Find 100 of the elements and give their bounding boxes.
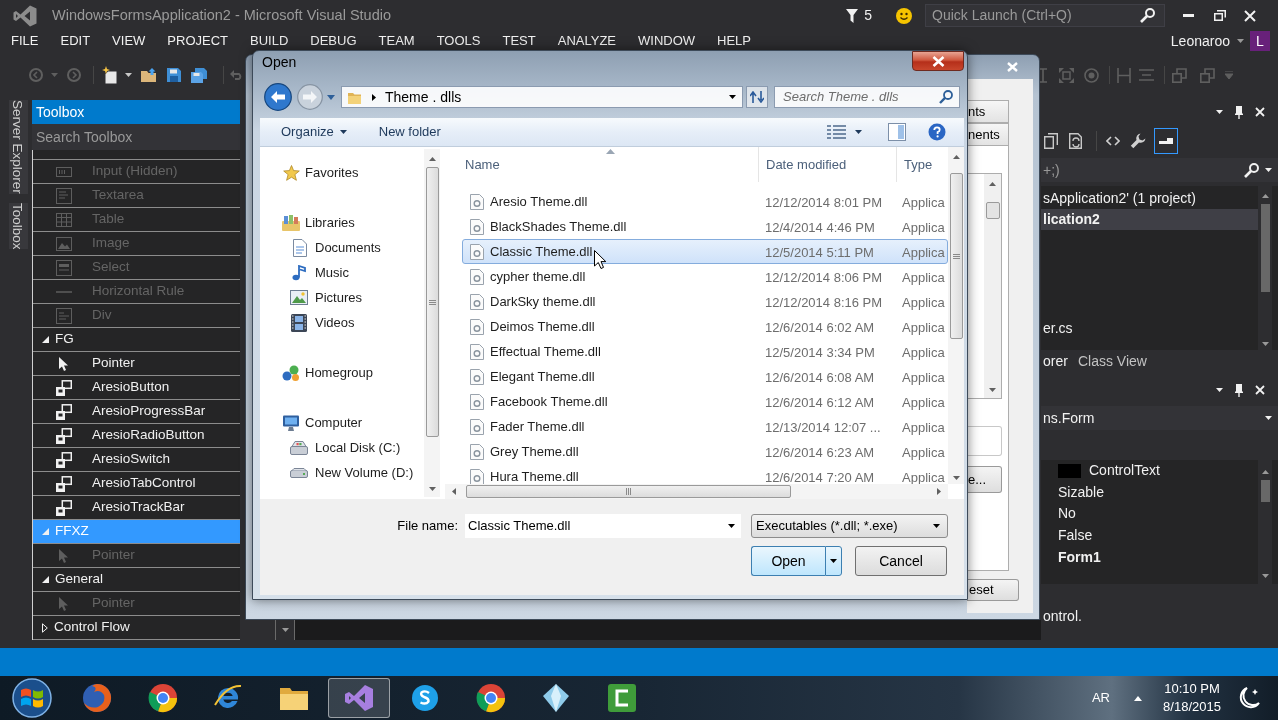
close-button[interactable]	[912, 51, 964, 71]
side-tab[interactable]: Toolbox	[9, 202, 28, 250]
toolbox-group[interactable]: General	[33, 568, 240, 592]
scroll-up-arrow-icon[interactable]	[428, 157, 436, 161]
property-value[interactable]: Form1	[1058, 546, 1101, 568]
panel-tab[interactable]: Class View	[1077, 350, 1147, 372]
documents-icon[interactable]	[1044, 133, 1058, 149]
scroll-up-arrow-icon[interactable]	[952, 155, 960, 159]
file-name-field[interactable]: Classic Theme.dll	[465, 514, 741, 538]
clock[interactable]: 10:10 PM 8/18/2015	[1160, 680, 1224, 716]
menu-item[interactable]: WINDOW	[638, 33, 696, 49]
code-icon[interactable]	[1106, 136, 1120, 146]
file-row[interactable]: Facebook Theme.dll 12/6/2014 6:12 AM Applica	[462, 389, 948, 414]
view-options-button[interactable]	[827, 125, 862, 139]
column-header[interactable]: Name	[465, 154, 500, 174]
toolbox-search-field[interactable]: Search Toolbox	[32, 124, 240, 150]
nav-item[interactable]: Homegroup	[260, 360, 424, 385]
close-button[interactable]	[1254, 383, 1266, 397]
toolbox-group[interactable]: FG	[33, 328, 240, 352]
nav-item[interactable]: Libraries	[260, 210, 424, 235]
save-all-icon[interactable]	[191, 67, 207, 83]
menu-item[interactable]: TEST	[502, 33, 536, 49]
file-row[interactable]: Classic Theme.dll 12/5/2014 5:11 PM Applica	[462, 239, 948, 264]
nav-item[interactable]: Pictures	[260, 285, 424, 310]
reset-button[interactable]: eset	[967, 579, 1019, 601]
file-type-dropdown[interactable]: Executables (*.dll; *.exe)	[751, 514, 948, 538]
object-selector[interactable]: ns.Form	[1041, 406, 1278, 430]
scroll-right-arrow-icon[interactable]	[937, 488, 941, 495]
quick-launch-field[interactable]: Quick Launch (Ctrl+Q)	[925, 4, 1165, 27]
tree-item[interactable]: lication2	[1041, 209, 1258, 230]
nav-item[interactable]: Computer	[260, 410, 424, 435]
menu-item[interactable]: FILE	[11, 33, 39, 49]
back-button[interactable]	[264, 83, 292, 111]
scrollbar-thumb[interactable]	[425, 167, 439, 437]
horizontal-scrollbar[interactable]	[445, 484, 948, 499]
tab[interactable]: nts	[967, 100, 1009, 123]
file-row[interactable]: cypher theme.dll 12/12/2014 8:06 PM Applica	[462, 264, 948, 289]
property-value[interactable]: No	[1058, 503, 1076, 525]
nav-item[interactable]: Music	[260, 260, 424, 285]
smiley-icon[interactable]	[896, 7, 912, 24]
scrollbar-thumb[interactable]	[985, 202, 1000, 219]
nav-item[interactable]: New Volume (D:)	[260, 460, 424, 485]
new-project-icon[interactable]	[102, 66, 119, 84]
scrollbar-thumb[interactable]	[1260, 480, 1270, 502]
scroll-up-arrow-icon[interactable]	[989, 182, 996, 186]
scroll-down-arrow-icon[interactable]	[428, 487, 436, 491]
tree-item[interactable]: er.cs	[1041, 318, 1258, 339]
file-row[interactable]: DarkSky theme.dll 12/12/2014 8:16 PM Applica	[462, 289, 948, 314]
breadcrumb-item[interactable]: Theme . dlls	[385, 86, 462, 108]
property-value[interactable]: ControlText	[1089, 460, 1160, 482]
show-hidden-icons-icon[interactable]	[1134, 695, 1142, 701]
dropdown-button[interactable]	[275, 620, 295, 640]
toolbar-button[interactable]: Organize	[281, 122, 347, 142]
cancel-button[interactable]: Cancel	[855, 546, 947, 576]
menu-item[interactable]: EDIT	[60, 33, 91, 49]
file-row[interactable]: Grey Theme.dll 12/6/2014 6:23 AM Applica	[462, 439, 948, 464]
properties-button[interactable]	[1154, 128, 1178, 154]
search-field[interactable]: +;)	[1041, 158, 1278, 182]
scrollbar-thumb[interactable]	[1260, 204, 1270, 292]
start-button[interactable]	[11, 677, 53, 719]
save-icon[interactable]	[167, 68, 181, 82]
address-bar[interactable]: Theme . dlls	[341, 86, 743, 108]
menu-item[interactable]: TOOLS	[436, 33, 481, 49]
file-row[interactable]: BlackShades Theme.dll 12/4/2014 4:46 PM Applica	[462, 214, 948, 239]
toolbox-item[interactable]: AresioButton	[33, 376, 240, 400]
scroll-up-arrow-icon[interactable]	[1261, 194, 1269, 198]
toolbox-item[interactable]: AresioProgressBar	[33, 400, 240, 424]
account-avatar[interactable]: L	[1250, 31, 1270, 51]
scroll-up-arrow-icon[interactable]	[1261, 470, 1269, 474]
notifications-button[interactable]: 5	[846, 5, 872, 26]
toolbox-item[interactable]: AresioTabControl	[33, 472, 240, 496]
menu-item[interactable]: DEBUG	[310, 33, 357, 49]
moon-icon[interactable]	[1238, 686, 1260, 710]
preview-pane-button[interactable]	[888, 123, 906, 141]
search-field[interactable]: Search Theme . dlls	[774, 86, 960, 108]
column-header[interactable]: Type	[904, 154, 933, 175]
vertical-scrollbar[interactable]	[948, 147, 964, 484]
nav-item[interactable]: Documents	[260, 235, 424, 260]
scroll-left-arrow-icon[interactable]	[452, 488, 456, 495]
toolbar-button[interactable]: New folder	[378, 122, 441, 142]
menu-item[interactable]: VIEW	[112, 33, 146, 49]
file-row[interactable]: Effectual Theme.dll 12/5/2014 3:34 PM Applica	[462, 339, 948, 364]
list-box[interactable]	[967, 173, 1002, 399]
scroll-down-arrow-icon[interactable]	[952, 476, 960, 480]
menu-item[interactable]: TEAM	[378, 33, 415, 49]
file-row[interactable]: Aresio Theme.dll 12/12/2014 8:01 PM Applica	[462, 189, 948, 214]
scrollbar-thumb[interactable]	[466, 485, 791, 498]
tab[interactable]: nents	[967, 123, 1009, 146]
menu-item[interactable]: BUILD	[250, 33, 289, 49]
open-options-button[interactable]	[825, 546, 842, 576]
pin-button[interactable]	[1234, 383, 1244, 397]
vertical-scrollbar[interactable]	[424, 149, 440, 497]
recent-locations-button[interactable]	[326, 92, 335, 102]
pin-button[interactable]	[1234, 105, 1244, 119]
open-button[interactable]: Open	[751, 546, 825, 576]
wrench-icon[interactable]	[1130, 133, 1146, 149]
file-row[interactable]: Fader Theme.dll 12/13/2014 12:07 ... Applica	[462, 414, 948, 439]
menu-item[interactable]: HELP	[717, 33, 752, 49]
nav-item[interactable]: Videos	[260, 310, 424, 335]
nav-item[interactable]: Local Disk (C:)	[260, 435, 424, 460]
